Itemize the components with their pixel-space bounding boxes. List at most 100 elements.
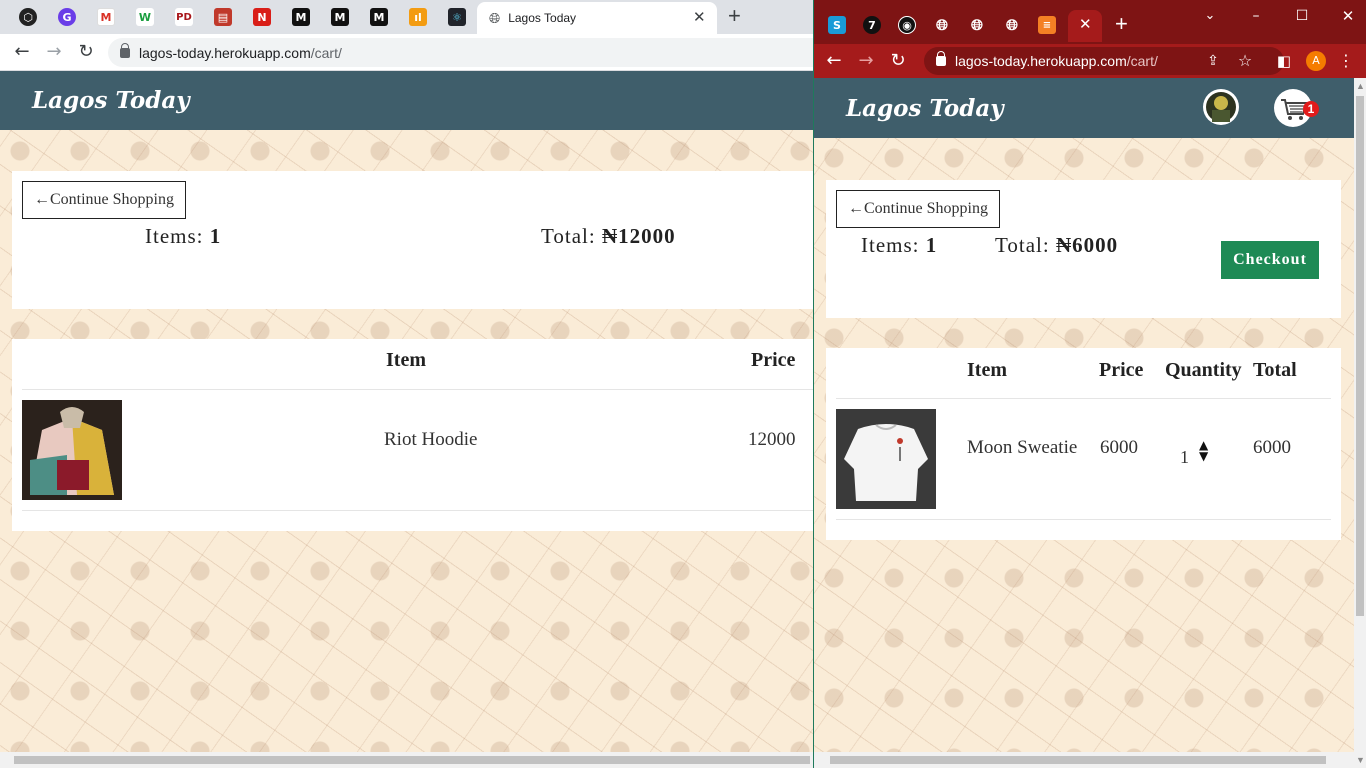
site-logo[interactable]: Lagos Today [32, 87, 190, 114]
new-tab-button[interactable]: + [1115, 12, 1128, 36]
app-icon: G [58, 8, 76, 26]
pinned-tab[interactable]: W [133, 5, 157, 29]
scroll-down-icon[interactable]: ▼ [1356, 755, 1365, 765]
bookmark-star-icon[interactable]: ☆ [1233, 49, 1257, 73]
pinned-tab[interactable]: ≡ [1035, 13, 1059, 37]
site-header: Lagos Today [0, 71, 813, 130]
hexagon-icon: ⬡ [19, 8, 37, 26]
reload-button[interactable]: ↻ [886, 49, 910, 73]
new-tab-button[interactable]: + [728, 4, 741, 28]
address-bar[interactable]: lagos-today.herokuapp.com/cart/ [924, 47, 1284, 75]
horizontal-scrollbar[interactable] [814, 752, 1354, 768]
pinned-tab[interactable]: N [250, 5, 274, 29]
share-icon[interactable]: ⇪ [1201, 49, 1225, 73]
items-label: Items: [145, 224, 204, 248]
s-icon: S [828, 16, 846, 34]
pinned-tab[interactable]: ⚛ [445, 5, 469, 29]
tab-search-icon[interactable]: ⌄ [1198, 4, 1222, 28]
active-tab[interactable]: ✕ [1068, 10, 1102, 42]
forward-button[interactable]: → [854, 49, 878, 73]
pinned-tab[interactable]: 🌐︎ [1000, 13, 1024, 37]
column-header-price: Price [751, 349, 796, 371]
url-path: /cart/ [310, 44, 342, 61]
pinned-tab[interactable]: M [289, 5, 313, 29]
checkout-button[interactable]: Checkout [1221, 241, 1319, 279]
close-icon[interactable]: ✕ [693, 8, 706, 26]
cart-button[interactable]: 1 [1274, 89, 1319, 127]
profile-button[interactable]: A [1304, 49, 1328, 73]
github-icon: ◉ [898, 16, 916, 34]
column-header-item: Item [967, 359, 1007, 381]
total-value: ₦12000 [601, 224, 676, 248]
close-window-button[interactable]: ✕ [1336, 4, 1360, 28]
back-button[interactable]: ← [10, 40, 34, 64]
seven-icon: 7 [863, 16, 881, 34]
lock-icon [936, 51, 946, 66]
product-price: 6000 [1100, 437, 1138, 458]
bars-icon: ıl [409, 8, 427, 26]
continue-shopping-button[interactable]: ←Continue Shopping [22, 181, 186, 219]
decrease-icon[interactable]: ▼ [1199, 450, 1208, 462]
pinned-tab[interactable]: 7 [860, 13, 884, 37]
product-name[interactable]: Moon Sweatie [967, 437, 1077, 459]
avatar-image [1206, 92, 1236, 122]
horizontal-scrollbar[interactable] [0, 752, 813, 768]
globe-icon: 🌐︎ [970, 16, 983, 34]
total-label: Total: [995, 233, 1050, 257]
cart-summary-card: ←Continue Shopping Items: 1 Total: ₦1200… [12, 171, 813, 309]
items-label: Items: [861, 233, 920, 257]
left-toolbar: ← → ↻ lagos-today.herokuapp.com/cart/ [0, 34, 813, 71]
divider [22, 389, 813, 390]
n-icon: N [253, 8, 271, 26]
items-count: Items: 1 [861, 233, 937, 258]
menu-icon[interactable]: ⋮ [1334, 49, 1358, 73]
items-value: 1 [209, 224, 222, 248]
site-logo[interactable]: Lagos Today [846, 95, 1004, 122]
pinned-tab[interactable]: M [367, 5, 391, 29]
side-panel-icon[interactable]: ◧ [1272, 49, 1296, 73]
pinned-tab[interactable]: ◉ [895, 13, 919, 37]
pinned-tab[interactable]: G [55, 5, 79, 29]
divider [22, 510, 813, 511]
divider [836, 519, 1331, 520]
product-price: 12000 [748, 429, 796, 450]
pinned-tab[interactable]: 🌐︎ [965, 13, 989, 37]
address-bar[interactable]: lagos-today.herokuapp.com/cart/ [108, 38, 813, 67]
pinned-tab[interactable]: M [94, 5, 118, 29]
product-name[interactable]: Riot Hoodie [384, 429, 477, 451]
pinned-tab[interactable]: S [825, 13, 849, 37]
minimize-button[interactable]: – [1244, 4, 1268, 28]
pinned-tab[interactable]: M [328, 5, 352, 29]
close-icon[interactable]: ✕ [1079, 15, 1092, 33]
maximize-button[interactable]: ☐ [1290, 4, 1314, 28]
scrollbar-thumb[interactable] [830, 756, 1326, 764]
cart-table: Item Price Riot Hoodie 12000 [12, 339, 813, 531]
continue-shopping-button[interactable]: ←Continue Shopping [836, 190, 1000, 228]
scroll-up-icon[interactable]: ▲ [1356, 81, 1365, 91]
pinned-tab[interactable]: ıl [406, 5, 430, 29]
scrollbar-thumb[interactable] [14, 756, 810, 764]
forward-button[interactable]: → [42, 40, 66, 64]
user-avatar[interactable] [1203, 89, 1239, 125]
pd-icon: PD [175, 8, 193, 26]
scrollbar-thumb[interactable] [1356, 96, 1364, 616]
quantity-stepper[interactable]: ▲ ▼ [1199, 439, 1208, 462]
pinned-tab[interactable]: ▤ [211, 5, 235, 29]
pinned-tab[interactable]: ⬡ [16, 5, 40, 29]
tab-lagos-today[interactable]: 🌐︎ Lagos Today ✕ [477, 2, 717, 34]
medium-icon: M [292, 8, 310, 26]
url-host: lagos-today.herokuapp.com [139, 44, 311, 61]
left-page: Lagos Today ←Continue Shopping Items: 1 … [0, 71, 813, 768]
pinned-tab[interactable]: 🌐︎ [930, 13, 954, 37]
riot-hoodie-image [22, 400, 122, 500]
right-browser-window: S 7 ◉ 🌐︎ 🌐︎ 🌐︎ ≡ ✕ + ⌄ – ☐ ✕ ← → ↻ lagos… [813, 0, 1366, 768]
back-button[interactable]: ← [822, 49, 846, 73]
cart-total: Total: ₦6000 [995, 233, 1118, 258]
pinned-tab[interactable]: PD [172, 5, 196, 29]
items-count: Items: 1 [145, 224, 221, 249]
moon-sweatie-image [836, 409, 936, 509]
reload-button[interactable]: ↻ [74, 40, 98, 64]
cart-total: Total: ₦12000 [541, 224, 676, 249]
cart-table: Item Price Quantity Total Moon Sweatie 6… [826, 348, 1341, 540]
vertical-scrollbar[interactable]: ▲ ▼ [1354, 78, 1366, 768]
